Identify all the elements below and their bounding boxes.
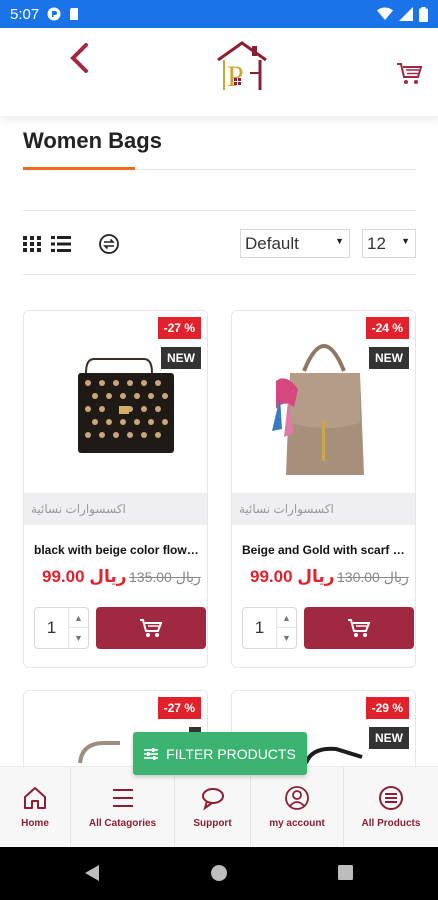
app-notification-icon [47, 7, 61, 21]
new-badge: NEW [369, 727, 409, 749]
decrement-button[interactable]: ▼ [69, 628, 88, 648]
sort-value: Default [245, 234, 299, 253]
home-circle-icon[interactable] [210, 864, 228, 882]
divider [23, 274, 416, 275]
back-triangle-icon[interactable] [83, 864, 101, 882]
discount-badge: -27 % [157, 697, 201, 719]
status-time: 5:07 [10, 5, 40, 23]
divider [23, 210, 416, 211]
main-content: Women Bags Default ▼ 12 ▼ -27 % NEW اكسس… [0, 116, 438, 766]
filter-products-label: FILTER PRODUCTS [166, 745, 296, 762]
add-to-cart-button[interactable] [304, 607, 414, 649]
menu-icon [112, 789, 133, 807]
quantity-stepper[interactable]: 1 ▲ ▼ [242, 607, 297, 649]
sliders-icon [144, 747, 159, 760]
chevron-left-icon [70, 43, 88, 73]
user-icon [285, 786, 309, 810]
decrement-button[interactable]: ▼ [277, 628, 296, 648]
product-name[interactable]: black with beige color flowe... [34, 543, 199, 557]
chat-icon [201, 788, 224, 811]
quantity-value[interactable]: 1 [243, 608, 276, 648]
page-title: Women Bags [23, 128, 162, 153]
product-name[interactable]: Beige and Gold with scarf w... [242, 543, 407, 557]
nav-all-categories-label: All Catagories [88, 818, 157, 829]
sync-icon[interactable] [98, 233, 120, 255]
filter-products-button[interactable]: FILTER PRODUCTS [133, 732, 307, 775]
grid-view-icon[interactable] [22, 233, 44, 255]
product-card[interactable]: -27 % NEW اكسسوارات نسائية black with be… [23, 310, 208, 668]
nav-my-account-label: my account [269, 818, 325, 829]
title-underline [23, 167, 135, 170]
dropdown-arrow-icon: ▼ [335, 236, 344, 246]
system-navigation-bar [0, 847, 438, 900]
bottom-navigation: Home All Catagories Support my account A… [0, 766, 438, 847]
product-old-price: 135.00 ريال [129, 569, 201, 585]
quantity-stepper[interactable]: 1 ▲ ▼ [34, 607, 89, 649]
signal-icon [399, 7, 413, 21]
increment-button[interactable]: ▲ [277, 608, 296, 628]
nav-my-account[interactable]: my account [251, 767, 344, 847]
add-to-cart-button[interactable] [96, 607, 206, 649]
discount-badge: -27 % [157, 317, 201, 339]
nav-all-products-label: All Products [361, 818, 421, 829]
store-logo[interactable]: P [214, 40, 270, 96]
sort-select[interactable]: Default ▼ [240, 229, 350, 258]
per-page-value: 12 [367, 234, 386, 253]
discount-badge: -24 % [365, 317, 409, 339]
nav-support[interactable]: Support [175, 767, 251, 847]
sd-card-icon [70, 8, 79, 20]
app-header: P [0, 28, 438, 116]
wifi-icon [377, 7, 393, 20]
new-badge: NEW [161, 347, 201, 369]
header-cart-icon[interactable] [394, 58, 424, 88]
dropdown-arrow-icon: ▼ [401, 236, 410, 246]
product-price: 99.00 ريال [42, 567, 127, 586]
list-view-icon[interactable] [50, 233, 72, 255]
product-old-price: 130.00 ريال [337, 569, 409, 585]
quantity-value[interactable]: 1 [35, 608, 68, 648]
nav-support-label: Support [193, 818, 232, 829]
cart-icon [140, 619, 163, 637]
cart-icon [348, 619, 371, 637]
status-bar: 5:07 [0, 0, 438, 28]
nav-home-label: Home [21, 818, 49, 829]
per-page-select[interactable]: 12 ▼ [362, 229, 416, 258]
back-button[interactable] [62, 38, 96, 78]
logo-letter: P [227, 60, 244, 93]
home-icon [24, 787, 46, 809]
list-circle-icon [379, 786, 403, 810]
battery-icon [419, 6, 428, 22]
product-price: 99.00 ريال [250, 567, 335, 586]
nav-all-products[interactable]: All Products [344, 767, 438, 847]
product-category[interactable]: اكسسوارات نسائية [24, 493, 207, 525]
discount-badge: -29 % [365, 697, 409, 719]
increment-button[interactable]: ▲ [69, 608, 88, 628]
nav-home[interactable]: Home [0, 767, 71, 847]
product-card[interactable]: -24 % NEW اكسسوارات نسائية Beige and Gol… [231, 310, 416, 668]
new-badge: NEW [369, 347, 409, 369]
nav-all-categories[interactable]: All Catagories [71, 767, 175, 847]
product-category[interactable]: اكسسوارات نسائية [232, 493, 415, 525]
recents-square-icon[interactable] [337, 864, 354, 881]
